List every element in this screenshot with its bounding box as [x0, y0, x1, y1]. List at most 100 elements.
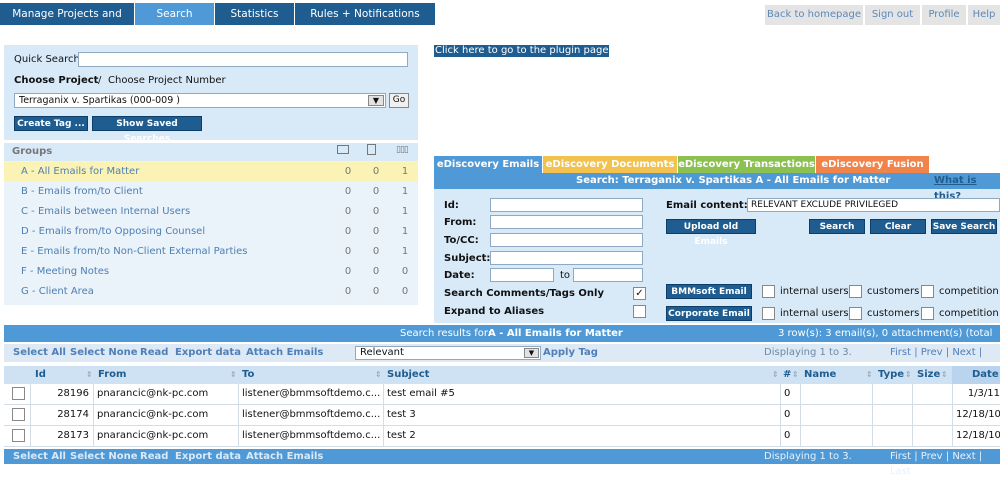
row-type — [872, 384, 912, 404]
transactions-icon: ▯▯▯ — [396, 145, 409, 155]
email-content-input[interactable]: RELEVANT EXCLUDE PRIVILEGED — [747, 198, 1000, 212]
subject-input[interactable] — [490, 251, 643, 265]
search-button[interactable]: Search — [809, 219, 865, 234]
row-checkbox[interactable] — [12, 408, 25, 421]
read-link-bottom[interactable]: Read — [140, 449, 168, 464]
choose-project-number-link[interactable]: Choose Project Number — [108, 75, 226, 86]
id-input[interactable] — [490, 198, 643, 212]
tab-ediscovery-documents[interactable]: eDiscovery Documents — [543, 156, 677, 173]
email-icon — [337, 145, 349, 154]
group-count: 1 — [401, 166, 409, 177]
group-count: 1 — [401, 246, 409, 257]
back-to-homepage-link[interactable]: Back to homepage — [763, 5, 863, 25]
row-to: listener@bmmsoftdemo.c... — [238, 384, 383, 404]
col-name[interactable]: Name — [804, 366, 836, 384]
group-item[interactable]: G - Client Area 0 0 0 — [4, 282, 418, 302]
attach-emails-link-bottom[interactable]: Attach Emails — [246, 449, 323, 464]
export-data-link-bottom[interactable]: Export data — [175, 449, 241, 464]
pager-links-bottom[interactable]: First | Prev | Next | Last — [890, 449, 1000, 479]
date-to-input[interactable] — [573, 268, 643, 282]
from-input[interactable] — [490, 215, 643, 229]
group-count: 0 — [344, 286, 352, 297]
customers-checkbox-2[interactable] — [849, 307, 862, 320]
chevron-down-icon[interactable]: ▼ — [368, 95, 384, 106]
internal-users-checkbox[interactable] — [762, 285, 775, 298]
date-from-input[interactable] — [490, 268, 554, 282]
profile-link[interactable]: Profile — [920, 5, 966, 25]
group-count: 0 — [344, 226, 352, 237]
col-attachment-count[interactable]: # — [783, 366, 791, 384]
select-all-link[interactable]: Select All — [13, 344, 66, 362]
group-name: B - Emails from/to Client — [21, 186, 143, 197]
group-item[interactable]: F - Meeting Notes 0 0 0 — [4, 262, 418, 282]
chevron-down-icon[interactable]: ▼ — [524, 348, 539, 358]
row-size — [912, 384, 952, 404]
group-count: 1 — [401, 186, 409, 197]
aliases-checkbox[interactable] — [633, 305, 646, 318]
create-tag-button[interactable]: Create Tag ... — [14, 116, 88, 131]
corporate-email-button[interactable]: Corporate Email — [666, 306, 752, 321]
internal-users-checkbox-2[interactable] — [762, 307, 775, 320]
group-item[interactable]: B - Emails from/to Client 0 0 1 — [4, 182, 418, 202]
sort-icon: ⇕ — [905, 370, 912, 379]
tab-search[interactable]: Search — [135, 3, 215, 25]
col-subject[interactable]: Subject — [387, 366, 429, 384]
customers-checkbox[interactable] — [849, 285, 862, 298]
select-none-link[interactable]: Select None — [70, 344, 138, 362]
tag-select[interactable]: Relevant ▼ — [355, 346, 541, 360]
select-all-link-bottom[interactable]: Select All — [13, 449, 66, 464]
select-none-link-bottom[interactable]: Select None — [70, 449, 138, 464]
col-from[interactable]: From — [98, 366, 126, 384]
results-bottom-toolbar: Select All Select None Read Export data … — [4, 449, 1000, 477]
group-item[interactable]: C - Emails between Internal Users 0 0 1 — [4, 202, 418, 222]
tab-ediscovery-fusion[interactable]: eDiscovery Fusion — [816, 156, 929, 173]
comments-tags-checkbox[interactable]: ✓ — [633, 287, 646, 300]
row-from: pnarancic@nk-pc.com — [93, 405, 238, 425]
tab-manage-projects[interactable]: Manage Projects and Users — [0, 3, 135, 42]
table-row[interactable]: 28173 pnarancic@nk-pc.com listener@bmmso… — [4, 426, 1000, 447]
group-item[interactable]: E - Emails from/to Non-Client External P… — [4, 242, 418, 262]
email-content-label: Email content: — [666, 200, 748, 211]
sign-out-link[interactable]: Sign out — [863, 5, 920, 25]
quick-search-input[interactable] — [78, 52, 408, 67]
go-button[interactable]: Go — [389, 93, 409, 108]
group-item[interactable]: D - Emails from/to Opposing Counsel 0 0 … — [4, 222, 418, 242]
sort-icon: ⇕ — [375, 370, 382, 379]
tab-ediscovery-emails[interactable]: eDiscovery Emails — [434, 156, 542, 173]
col-date[interactable]: Date — [952, 366, 1000, 384]
row-subject: test 2 — [383, 426, 780, 446]
col-size[interactable]: Size — [917, 366, 940, 384]
group-item[interactable]: A - All Emails for Matter 0 0 1 — [4, 162, 418, 182]
document-icon — [367, 144, 376, 155]
upload-old-emails-button[interactable]: Upload old Emails — [666, 219, 756, 247]
row-type — [872, 426, 912, 446]
row-checkbox[interactable] — [12, 387, 25, 400]
table-row[interactable]: 28196 pnarancic@nk-pc.com listener@bmmso… — [4, 384, 1000, 405]
col-id[interactable]: Id — [35, 366, 46, 384]
help-link[interactable]: Help — [966, 5, 1000, 25]
row-checkbox[interactable] — [12, 429, 25, 442]
row-name — [800, 426, 872, 446]
save-search-button[interactable]: Save Search — [931, 219, 997, 234]
col-to[interactable]: To — [242, 366, 254, 384]
tab-rules-notifications[interactable]: Rules + Notifications — [295, 3, 436, 25]
apply-tag-link[interactable]: Apply Tag — [543, 344, 598, 362]
col-type[interactable]: Type — [878, 366, 904, 384]
show-saved-searches-button[interactable]: Show Saved Searches — [92, 116, 202, 144]
attach-emails-link[interactable]: Attach Emails — [246, 344, 323, 362]
tab-statistics[interactable]: Statistics — [215, 3, 295, 25]
tocc-input[interactable] — [490, 233, 643, 247]
row-id: 28173 — [30, 426, 93, 446]
table-row[interactable]: 28174 pnarancic@nk-pc.com listener@bmmso… — [4, 405, 1000, 426]
plugin-page-link[interactable]: Click here to go to the plugin page — [434, 45, 610, 57]
competition-checkbox[interactable] — [921, 285, 934, 298]
groups-panel: Groups ▯▯▯ A - All Emails for Matter 0 0… — [4, 143, 418, 305]
export-data-link[interactable]: Export data — [175, 344, 241, 362]
row-subject: test email #5 — [383, 384, 780, 404]
competition-checkbox-2[interactable] — [921, 307, 934, 320]
clear-button[interactable]: Clear — [870, 219, 926, 234]
project-select[interactable]: Terraganix v. Spartikas (000-009 ) ▼ — [14, 93, 386, 108]
tab-ediscovery-transactions[interactable]: eDiscovery Transactions — [678, 156, 815, 173]
bmmsoft-email-button[interactable]: BMMsoft Email — [666, 284, 752, 299]
read-link[interactable]: Read — [140, 344, 168, 362]
